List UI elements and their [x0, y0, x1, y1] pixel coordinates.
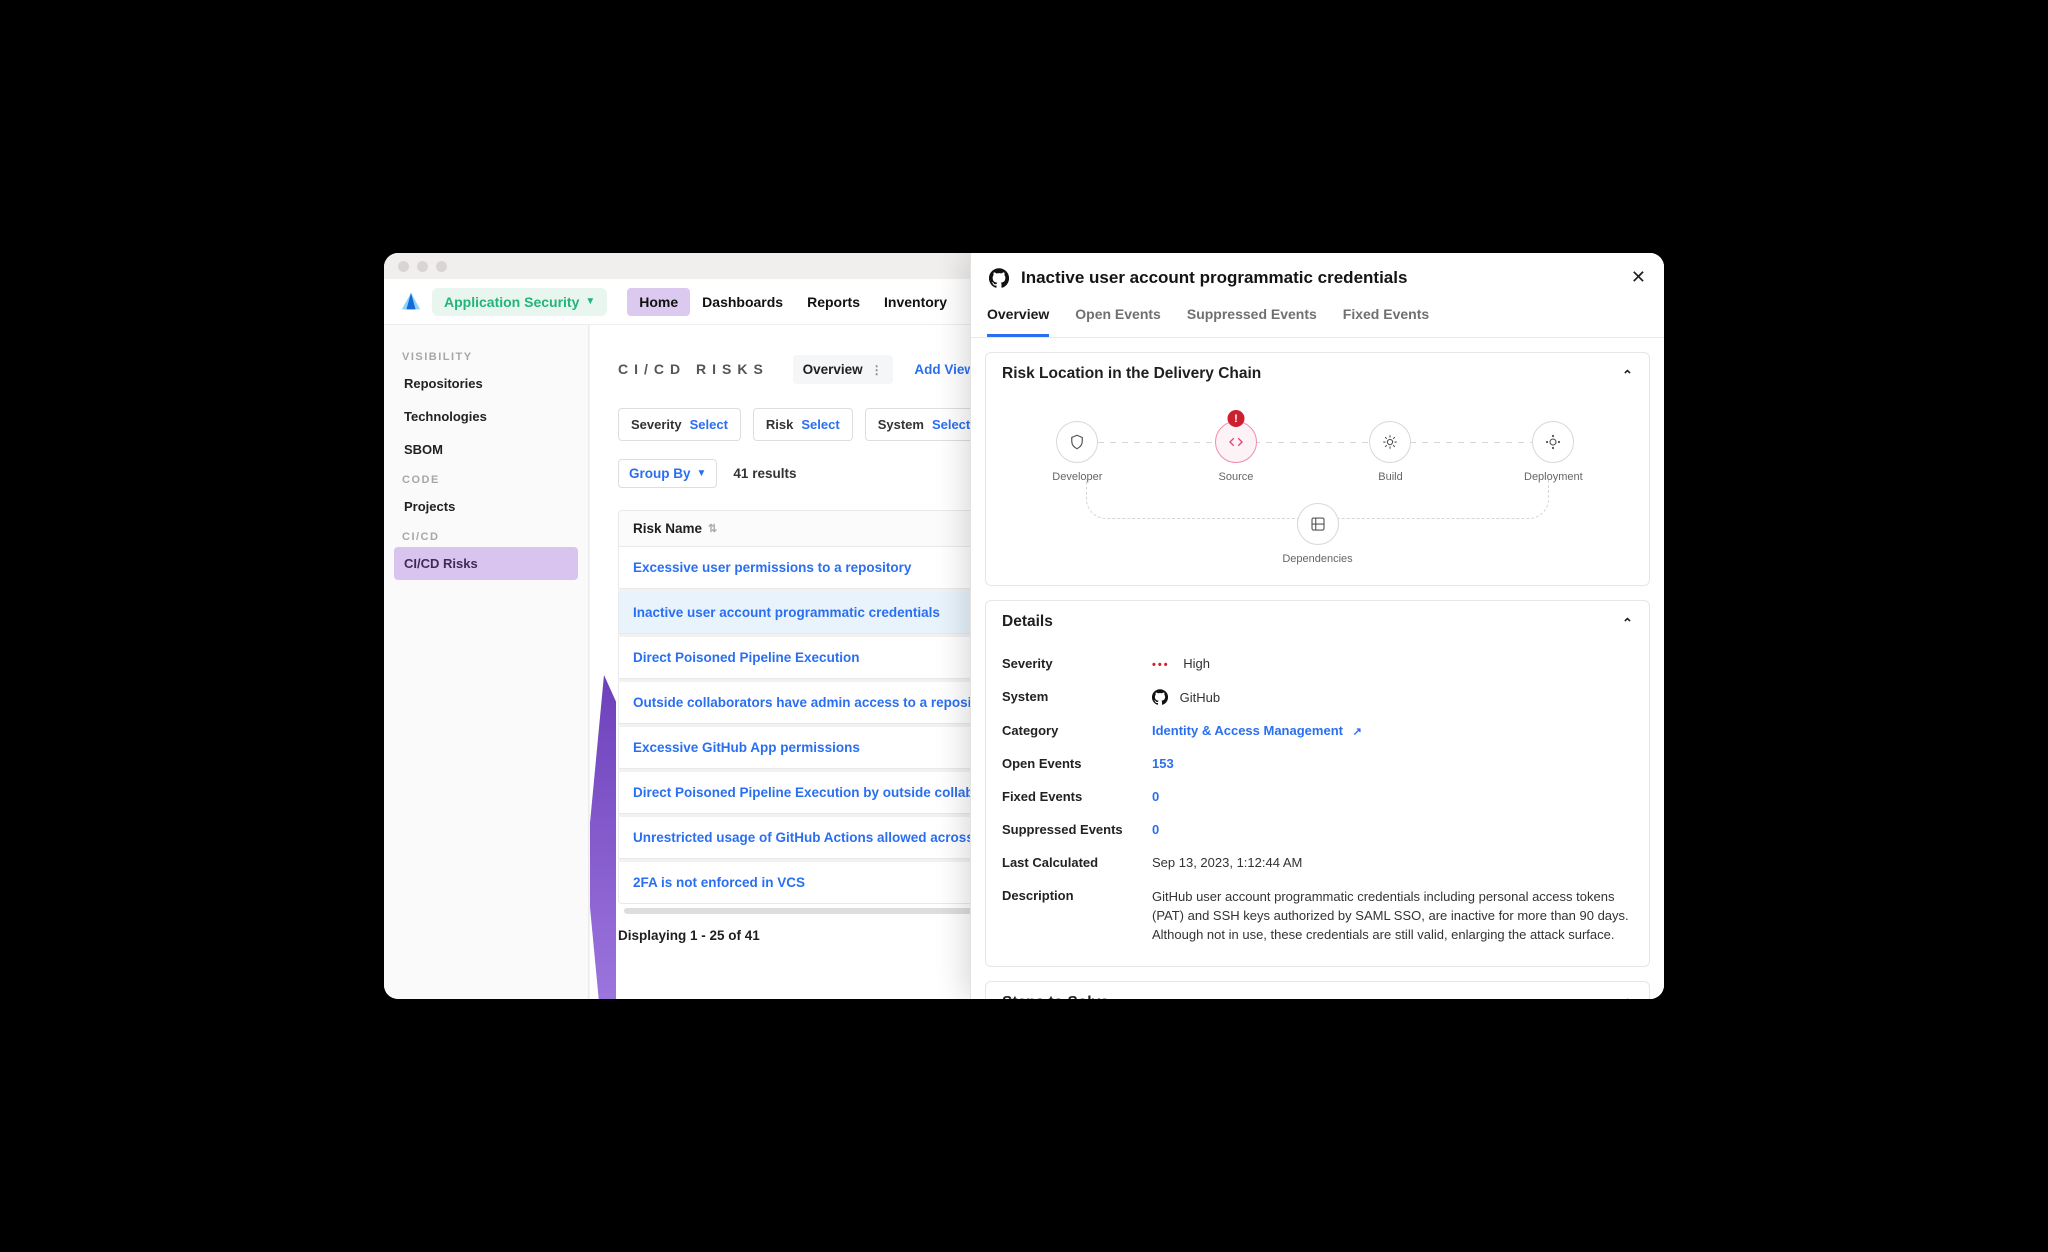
traffic-dot[interactable]: [398, 261, 409, 272]
detail-key-open-events: Open Events: [1002, 756, 1152, 771]
add-view-button[interactable]: Add View: [914, 362, 975, 377]
tab-suppressed-events[interactable]: Suppressed Events: [1187, 325, 1317, 337]
chevron-up-icon[interactable]: ⌄: [1622, 366, 1633, 382]
risk-location-card: Risk Location in the Delivery Chain ⌄: [985, 352, 1650, 586]
detail-key-fixed-events: Fixed Events: [1002, 789, 1152, 804]
sidebar-section-code: CODE: [394, 466, 578, 490]
detail-value-category[interactable]: Identity & Access Management ↗: [1152, 723, 1633, 738]
chain-connector: [1086, 442, 1549, 443]
chain-node-source: ! Source: [1215, 421, 1257, 483]
nav-reports[interactable]: Reports: [795, 288, 872, 316]
sidebar-item-cicd-risks[interactable]: CI/CD Risks: [394, 547, 578, 580]
view-overview-label: Overview: [803, 362, 863, 377]
traffic-dot[interactable]: [417, 261, 428, 272]
card-title: Risk Location in the Delivery Chain: [1002, 365, 1261, 383]
alert-badge-icon: !: [1227, 410, 1244, 427]
detail-panel: Inactive user account programmatic crede…: [970, 325, 1664, 999]
detail-key-description: Description: [1002, 888, 1152, 903]
sidebar-item-projects[interactable]: Projects: [394, 490, 578, 523]
detail-value-open-events[interactable]: 153: [1152, 756, 1633, 771]
sidebar-item-technologies[interactable]: Technologies: [394, 400, 578, 433]
detail-value-fixed-events[interactable]: 0: [1152, 789, 1633, 804]
traffic-dot[interactable]: [436, 261, 447, 272]
tab-open-events[interactable]: Open Events: [1075, 325, 1161, 337]
detail-key-suppressed-events: Suppressed Events: [1002, 822, 1152, 837]
filter-severity[interactable]: Severity Select: [618, 408, 741, 441]
details-card: Details ⌄ Severity ••• High: [985, 600, 1650, 967]
detail-value-description: GitHub user account programmatic credent…: [1152, 888, 1633, 945]
sidebar-section-cicd: CI/CD: [394, 523, 578, 547]
chain-node-developer: Developer: [1052, 421, 1102, 483]
chevron-down-icon: ▼: [585, 296, 595, 307]
detail-value-suppressed-events[interactable]: 0: [1152, 822, 1633, 837]
detail-value-severity: ••• High: [1152, 656, 1633, 671]
card-title: Steps to Solve: [1002, 994, 1109, 999]
chevron-up-icon[interactable]: ⌄: [1622, 614, 1633, 630]
detail-key-system: System: [1002, 689, 1152, 704]
package-icon: [1309, 515, 1327, 533]
results-count: 41 results: [733, 466, 796, 481]
chain-node-build: Build: [1369, 421, 1411, 483]
chain-node-dependencies: [1297, 503, 1339, 545]
sidebar-item-sbom[interactable]: SBOM: [394, 433, 578, 466]
nav-inventory[interactable]: Inventory: [872, 288, 959, 316]
tab-overview[interactable]: Overview: [987, 325, 1049, 337]
detail-value-system: GitHub: [1152, 689, 1633, 705]
page-title: CI/CD RISKS: [618, 361, 769, 377]
gear-icon: [1381, 433, 1399, 451]
chevron-down-icon: ▼: [697, 468, 707, 479]
product-switcher[interactable]: Application Security ▼: [432, 288, 607, 316]
detail-key-last-calculated: Last Calculated: [1002, 855, 1152, 870]
preview-stack-decor: [589, 675, 616, 999]
detail-key-severity: Severity: [1002, 656, 1152, 671]
product-name: Application Security: [444, 294, 579, 310]
brand-logo-icon: [400, 291, 422, 313]
nav-dashboards[interactable]: Dashboards: [690, 288, 795, 316]
sort-icon[interactable]: ⇅: [708, 522, 717, 535]
shield-icon: [1068, 433, 1086, 451]
detail-value-last-calculated: Sep 13, 2023, 1:12:44 AM: [1152, 855, 1633, 870]
group-by-button[interactable]: Group By ▼: [618, 459, 717, 488]
chevron-up-icon[interactable]: ⌄: [1622, 995, 1633, 999]
steps-to-solve-card: Steps to Solve ⌄: [985, 981, 1650, 999]
nav-home[interactable]: Home: [627, 288, 690, 316]
app-window: Application Security ▼ Home Dashboards R…: [384, 253, 1664, 999]
github-icon: [1152, 689, 1168, 705]
severity-dots-icon: •••: [1152, 659, 1170, 671]
tab-fixed-events[interactable]: Fixed Events: [1343, 325, 1429, 337]
detail-key-category: Category: [1002, 723, 1152, 738]
code-icon: [1227, 433, 1245, 451]
filter-system[interactable]: System Select: [865, 408, 984, 441]
external-link-icon: ↗: [1353, 726, 1362, 738]
view-overview-chip[interactable]: Overview ⋮: [793, 355, 893, 384]
chain-node-deployment: Deployment: [1524, 421, 1583, 483]
kebab-icon[interactable]: ⋮: [871, 368, 883, 372]
sidebar: VISIBILITY Repositories Technologies SBO…: [384, 325, 589, 999]
col-risk-name[interactable]: Risk Name: [633, 521, 702, 536]
card-title: Details: [1002, 613, 1053, 631]
sidebar-item-repositories[interactable]: Repositories: [394, 367, 578, 400]
deploy-icon: [1544, 433, 1562, 451]
panel-tabs: Overview Open Events Suppressed Events F…: [971, 325, 1664, 338]
sidebar-section-visibility: VISIBILITY: [394, 343, 578, 367]
filter-risk[interactable]: Risk Select: [753, 408, 853, 441]
